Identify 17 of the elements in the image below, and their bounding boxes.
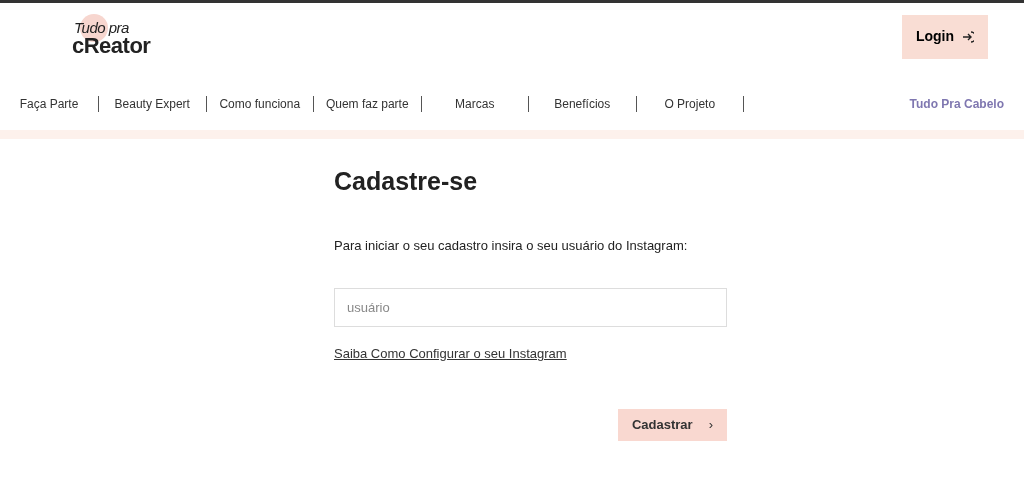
nav-link[interactable]: Marcas (455, 95, 495, 113)
nav-link[interactable]: O Projeto (664, 95, 716, 113)
help-link[interactable]: Saiba Como Configurar o seu Instagram (334, 344, 567, 364)
submit-button[interactable]: Cadastrar › (617, 409, 727, 441)
username-field[interactable]: usuário (334, 288, 727, 327)
nav-link[interactable]: Quem faz parte (325, 95, 409, 113)
login-button[interactable]: Login (901, 14, 988, 59)
login-icon (962, 30, 974, 43)
nav-link[interactable]: Faça Parte (19, 95, 79, 113)
nav-link[interactable]: Como funciona (219, 95, 301, 113)
nav-link[interactable]: Beauty Expert (114, 95, 190, 113)
page-title: Cadastre-se (334, 166, 479, 197)
instruction-text: Para iniciar o seu cadastro insira o seu usuário do Instagram: (334, 236, 689, 255)
nav-link[interactable]: Tudo Pra Cabelo (909, 95, 1004, 113)
chevron-icon: › (708, 415, 713, 435)
nav-link[interactable]: Benefícios (554, 95, 611, 113)
logo[interactable]: Tudo pra cReator (72, 13, 162, 64)
